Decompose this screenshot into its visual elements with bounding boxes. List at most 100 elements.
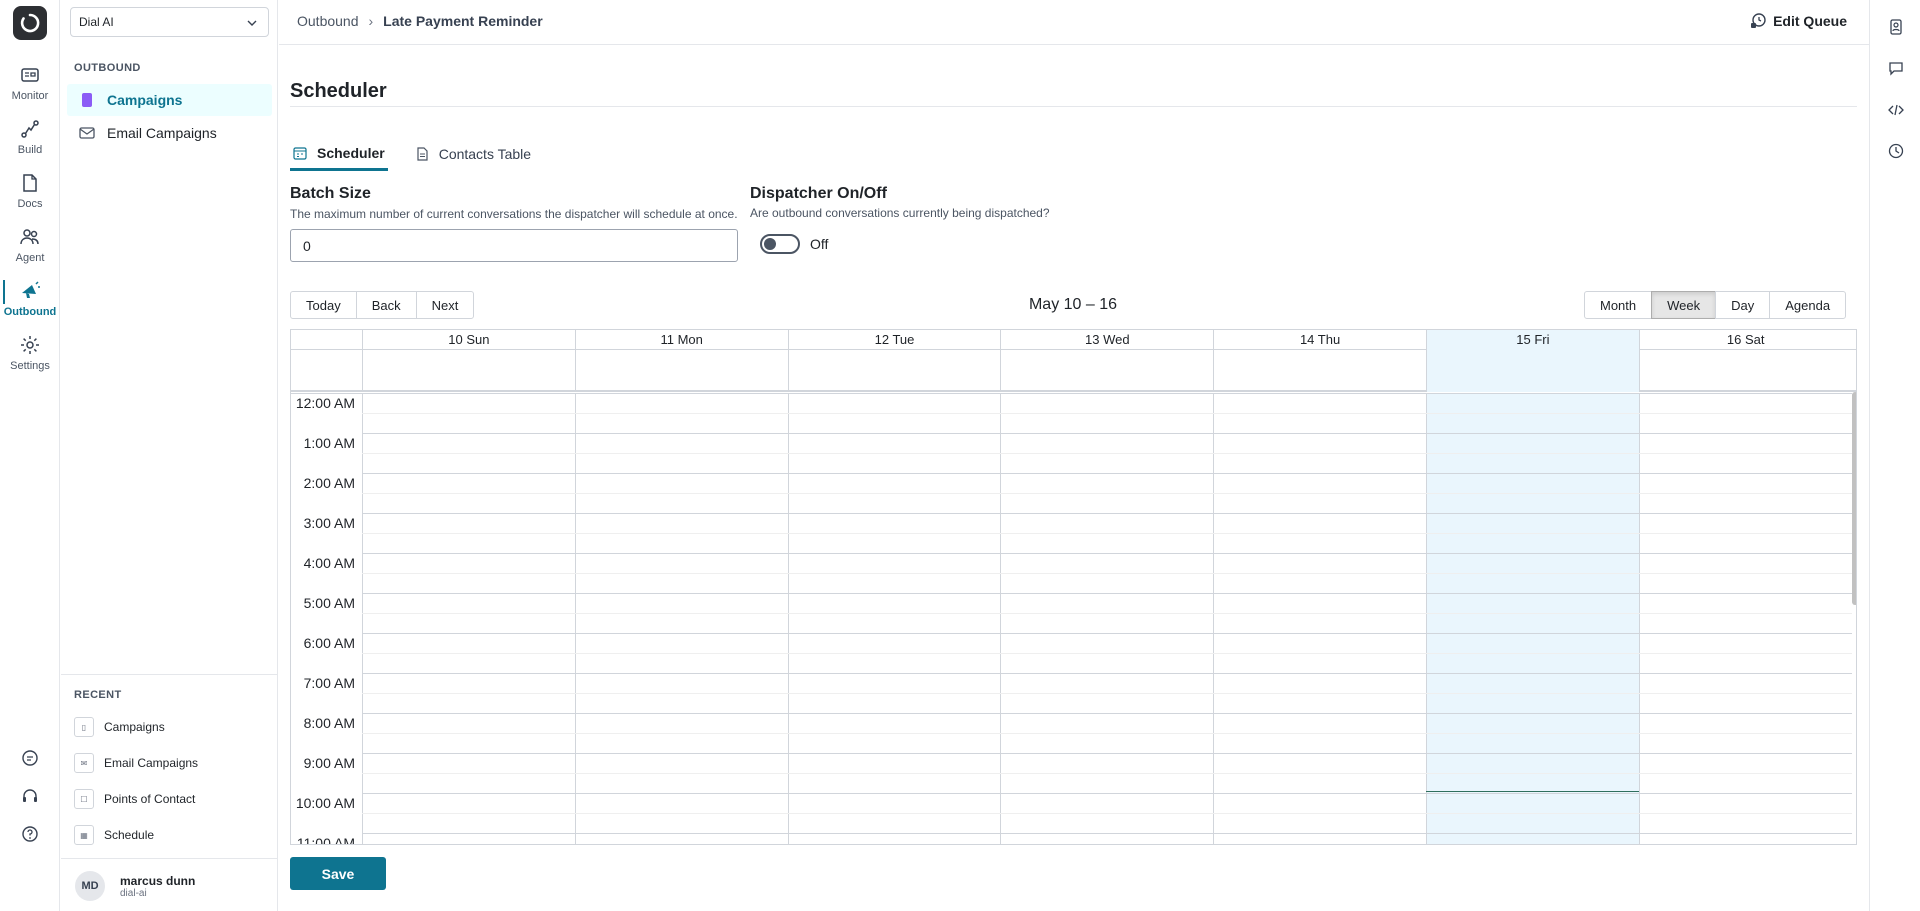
rail-item-build[interactable]: Build	[0, 114, 60, 164]
half-hour-line	[362, 773, 1852, 774]
current-time-indicator	[1426, 791, 1639, 792]
logo[interactable]	[13, 6, 47, 40]
next-button[interactable]: Next	[415, 291, 475, 319]
help-button[interactable]	[0, 821, 60, 847]
chat-button[interactable]	[0, 745, 60, 771]
hour-line	[362, 673, 1852, 674]
tab-contacts-table[interactable]: Contacts Table	[412, 137, 534, 171]
all-day-cell[interactable]	[574, 350, 788, 392]
email-icon: ✉	[74, 753, 94, 773]
time-label: 12:00 AM	[295, 395, 355, 411]
view-agenda-button[interactable]: Agenda	[1769, 291, 1847, 319]
workspace-name: Dial AI	[79, 15, 114, 29]
monitor-icon	[21, 68, 39, 82]
half-hour-line	[362, 813, 1852, 814]
dispatcher-toggle[interactable]	[760, 234, 800, 254]
contacts-button[interactable]	[1886, 17, 1906, 37]
campaign-icon	[79, 92, 95, 108]
time-label: 9:00 AM	[303, 755, 355, 771]
tab-label: Scheduler	[317, 144, 385, 161]
half-hour-line	[362, 413, 1852, 414]
rail-item-settings[interactable]: Settings	[0, 330, 60, 380]
rail-item-outbound[interactable]: Outbound	[0, 276, 60, 326]
hour-line	[362, 473, 1852, 474]
breadcrumb-outbound[interactable]: Outbound	[297, 13, 359, 29]
chevron-right-icon: ›	[368, 13, 374, 29]
hour-line	[362, 633, 1852, 634]
all-day-cell[interactable]	[1426, 350, 1639, 392]
calendar-icon: ▦	[74, 825, 94, 845]
day-column[interactable]	[574, 393, 788, 844]
all-day-cell[interactable]	[362, 350, 575, 392]
divider	[61, 674, 278, 675]
back-button[interactable]: Back	[355, 291, 417, 319]
tab-scheduler[interactable]: Scheduler	[290, 137, 388, 171]
day-header[interactable]: 14 Thu	[1213, 330, 1426, 350]
user-menu[interactable]: MD marcus dunn dial-ai	[75, 871, 195, 901]
campaign-icon: ▯	[74, 717, 94, 737]
recent-item-campaigns[interactable]: ▯ Campaigns	[74, 714, 269, 740]
day-column[interactable]	[1426, 393, 1639, 844]
time-label: 1:00 AM	[303, 435, 355, 451]
half-hour-line	[362, 693, 1852, 694]
all-day-cell[interactable]	[1213, 350, 1426, 392]
rail-item-docs[interactable]: Docs	[0, 168, 60, 218]
history-button[interactable]	[1886, 141, 1906, 161]
recent-item-points-of-contact[interactable]: ☐ Points of Contact	[74, 786, 269, 812]
save-button[interactable]: Save	[290, 857, 386, 890]
half-hour-line	[362, 653, 1852, 654]
scrollbar[interactable]	[1852, 392, 1856, 605]
dispatcher-label: Dispatcher On/Off	[750, 185, 887, 202]
batch-size-input[interactable]	[290, 229, 738, 262]
hour-line	[291, 393, 1852, 394]
view-month-button[interactable]: Month	[1584, 291, 1653, 319]
recent-item-schedule[interactable]: ▦ Schedule	[74, 822, 269, 848]
all-day-row[interactable]	[291, 350, 1856, 392]
time-label: 11:00 AM	[296, 835, 355, 845]
day-column[interactable]	[1000, 393, 1213, 844]
hour-line	[362, 433, 1852, 434]
day-column[interactable]	[1213, 393, 1426, 844]
docs-icon	[23, 174, 37, 192]
messages-button[interactable]	[1886, 58, 1906, 78]
recent-item-label: Schedule	[104, 828, 155, 842]
day-column[interactable]	[787, 393, 1001, 844]
rail-item-agent[interactable]: Agent	[0, 222, 60, 272]
workspace-select[interactable]: Dial AI	[70, 7, 269, 37]
chevron-down-icon	[247, 20, 257, 26]
rail-label: Outbound	[3, 306, 57, 318]
day-header[interactable]: 12 Tue	[787, 330, 1001, 350]
all-day-cell[interactable]	[787, 350, 1001, 392]
day-header[interactable]: 15 Fri	[1426, 330, 1639, 350]
calendar-range: May 10 – 16	[1028, 296, 1118, 313]
code-button[interactable]	[1886, 100, 1906, 120]
help-icon	[22, 826, 38, 842]
day-header[interactable]: 16 Sat	[1638, 330, 1852, 350]
day-column[interactable]	[362, 393, 575, 844]
view-day-button[interactable]: Day	[1715, 291, 1771, 319]
time-label: 3:00 AM	[303, 515, 355, 531]
time-label: 5:00 AM	[303, 595, 355, 611]
day-header[interactable]: 11 Mon	[574, 330, 788, 350]
hour-line	[362, 793, 1852, 794]
day-header[interactable]: 10 Sun	[362, 330, 575, 350]
rail-item-monitor[interactable]: Monitor	[0, 60, 60, 110]
rail-label: Monitor	[11, 90, 49, 102]
hour-line	[362, 513, 1852, 514]
all-day-cell[interactable]	[1000, 350, 1213, 392]
support-button[interactable]	[0, 783, 60, 809]
divider	[61, 858, 278, 859]
top-bar: Outbound › Late Payment Reminder Edit Qu…	[279, 0, 1869, 45]
batch-size-label: Batch Size	[290, 185, 371, 202]
recent-item-email-campaigns[interactable]: ✉ Email Campaigns	[74, 750, 269, 776]
view-week-button[interactable]: Week	[1651, 291, 1717, 319]
rail-label: Settings	[10, 360, 50, 372]
edit-queue-button[interactable]: Edit Queue	[1749, 12, 1847, 30]
time-label: 8:00 AM	[303, 715, 355, 731]
day-header[interactable]: 13 Wed	[1000, 330, 1213, 350]
today-button[interactable]: Today	[290, 291, 357, 319]
sidebar-item-campaigns[interactable]: Campaigns	[67, 84, 272, 116]
all-day-cell[interactable]	[1638, 350, 1852, 392]
day-column[interactable]	[1638, 393, 1852, 844]
sidebar-item-email-campaigns[interactable]: Email Campaigns	[67, 117, 272, 149]
